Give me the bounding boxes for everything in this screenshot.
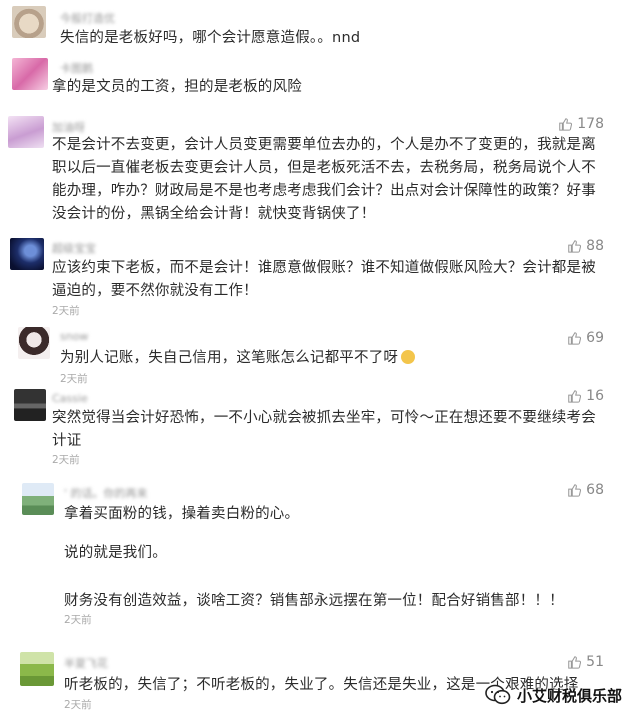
- username[interactable]: Cassie: [52, 392, 88, 405]
- like-button[interactable]: 88: [567, 238, 604, 254]
- comment-text: 不是会计不去变更，会计人员变更需要单位去办的，个人是办不了变更的，我就是离职以后…: [52, 137, 596, 222]
- timestamp: 2天前: [52, 454, 80, 466]
- thumbs-up-icon: [559, 118, 573, 131]
- timestamp: 2天前: [60, 373, 88, 385]
- username[interactable]: 超级宝宝: [52, 240, 96, 256]
- username[interactable]: 今般打造优: [60, 10, 115, 26]
- avatar[interactable]: [12, 58, 48, 90]
- thumbs-up-icon: [568, 656, 582, 669]
- sad-face-emoji-icon: [401, 350, 416, 364]
- like-count: 88: [586, 238, 604, 254]
- avatar[interactable]: [14, 389, 46, 421]
- like-count: 16: [586, 388, 604, 404]
- watermark-text: 小艾财税俱乐部: [516, 686, 622, 705]
- like-button[interactable]: 16: [567, 388, 604, 404]
- comment-text: 突然觉得当会计好恐怖，一不小心就会被抓去坐牢，可怜～正在想还要不要继续考会计证: [52, 410, 596, 449]
- timestamp: 2天前: [64, 699, 92, 711]
- like-button[interactable]: 178: [558, 116, 604, 132]
- like-count: 178: [577, 116, 604, 132]
- username[interactable]: 半夏飞花: [64, 655, 108, 671]
- username[interactable]: ' 的话。你的再来: [64, 485, 148, 501]
- like-count: 69: [586, 330, 604, 346]
- avatar[interactable]: [18, 327, 50, 359]
- like-count: 51: [586, 654, 604, 670]
- thumbs-up-icon: [568, 332, 582, 345]
- avatar[interactable]: [12, 6, 46, 38]
- thumbs-up-icon: [568, 484, 582, 497]
- timestamp: 2天前: [64, 614, 92, 626]
- avatar[interactable]: [22, 483, 54, 515]
- avatar[interactable]: [20, 652, 54, 686]
- watermark: 小艾财税俱乐部: [485, 684, 622, 706]
- like-button[interactable]: 68: [567, 482, 604, 498]
- comment-text: 为别人记账，失自己信用，这笔账怎么记都平不了呀: [60, 347, 600, 370]
- wechat-logo-icon: [485, 684, 511, 705]
- thumbs-up-icon: [568, 390, 582, 403]
- timestamp: 2天前: [52, 305, 80, 317]
- username[interactable]: 卡图鹅: [60, 60, 93, 76]
- username[interactable]: 加油呀: [52, 119, 85, 135]
- like-button[interactable]: 69: [567, 330, 604, 346]
- thumbs-up-icon: [568, 240, 582, 253]
- avatar[interactable]: [8, 116, 44, 148]
- comment-text: 拿着买面粉的钱，操着卖白粉的心。 说的就是我们。 财务没有创造效益，谈啥工资？销…: [64, 506, 564, 609]
- comment-text: 应该约束下老板，而不是会计！谁愿意做假账？谁不知道做假账风险大？会计都是被逼迫的…: [52, 260, 596, 299]
- comment-text: 失信的是老板好吗，哪个会计愿意造假。。nnd: [60, 30, 361, 46]
- like-count: 68: [586, 482, 604, 498]
- avatar[interactable]: [10, 238, 44, 270]
- username[interactable]: snow: [60, 330, 88, 343]
- like-button[interactable]: 51: [567, 654, 604, 670]
- comment-text: 拿的是文员的工资，担的是老板的风险: [52, 79, 302, 95]
